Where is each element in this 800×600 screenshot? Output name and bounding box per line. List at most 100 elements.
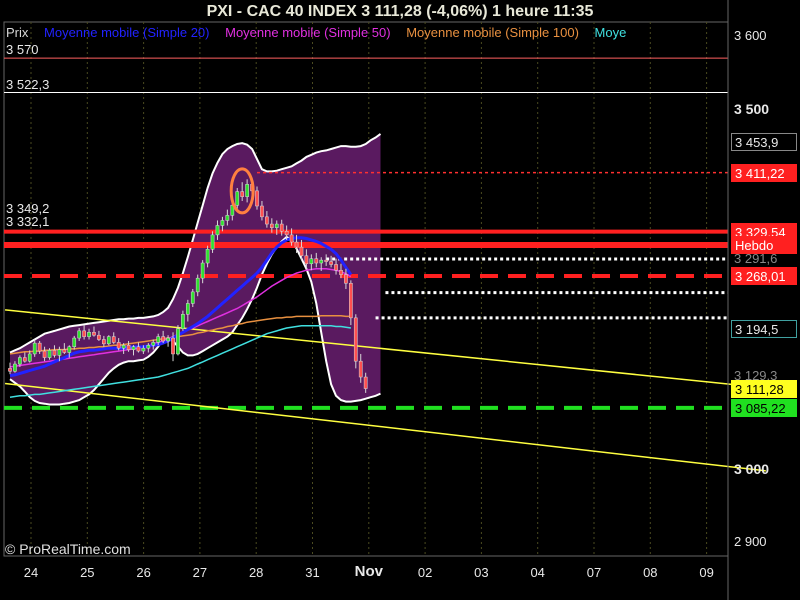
- candle-body: [27, 353, 32, 362]
- candle-body: [294, 241, 299, 248]
- price-box: 3 411,22: [731, 163, 797, 182]
- candle-body: [126, 345, 131, 350]
- candle-body: [363, 376, 368, 389]
- candle-body: [141, 347, 146, 352]
- candle-body: [240, 191, 245, 197]
- level-label: 3 570: [6, 42, 39, 58]
- candle-body: [181, 314, 185, 329]
- time-tick-label: 08: [643, 565, 658, 580]
- candle-body: [279, 223, 284, 232]
- candle-body: [131, 346, 136, 350]
- candle-body: [344, 274, 348, 284]
- level-label: 3 332,1: [6, 213, 50, 229]
- candle-body: [269, 223, 274, 228]
- candle-body: [156, 336, 161, 343]
- candle-body: [67, 346, 72, 353]
- time-tick-label: 07: [586, 565, 602, 580]
- price-box: 3 111,28: [731, 380, 797, 399]
- candle-body: [185, 303, 190, 315]
- candle-body: [42, 350, 47, 358]
- chart-title: PXI - CAC 40 INDEX 3 111,28 (-4,06%) 1 h…: [206, 3, 594, 20]
- candle-body: [82, 330, 86, 337]
- level-label: 3 522,3: [6, 76, 50, 92]
- candle-body: [166, 337, 170, 342]
- candle-body: [304, 255, 309, 264]
- candle-body: [13, 363, 17, 372]
- candle-body: [353, 317, 358, 362]
- candle-body: [146, 345, 151, 349]
- legend-item-ma20: Moyenne mobile (Simple 20): [44, 25, 210, 40]
- candle-body: [171, 337, 175, 355]
- candle-body: [8, 368, 12, 372]
- candle-body: [274, 223, 279, 228]
- candle-body: [349, 282, 353, 319]
- price-box: 3 453,9: [731, 132, 797, 151]
- time-tick-label: 26: [136, 565, 151, 580]
- legend: Prix Moyenne mobile (Simple 20) Moyenne …: [6, 25, 728, 40]
- candle-body: [32, 342, 37, 355]
- price-box: 3 085,22: [731, 398, 797, 417]
- candle-body: [289, 234, 294, 243]
- price-tick-label: 3 500: [734, 100, 770, 117]
- candle-body: [334, 264, 338, 271]
- candle-body: [176, 328, 180, 355]
- legend-item-ma100: Moyenne mobile (Simple 100): [406, 25, 579, 40]
- candle-body: [329, 261, 333, 265]
- candle-body: [245, 184, 249, 197]
- time-tick-label: 04: [530, 565, 545, 580]
- candle-body: [102, 339, 106, 345]
- candle-body: [260, 205, 264, 218]
- candle-body: [358, 360, 363, 378]
- price-chart[interactable]: [0, 0, 800, 600]
- copyright: © ProRealTime.com: [5, 541, 131, 557]
- candle-body: [309, 258, 314, 264]
- candle-body: [314, 258, 319, 264]
- candle-body: [220, 220, 225, 226]
- candle-body: [284, 231, 289, 236]
- price-box: Hebdo: [731, 235, 797, 254]
- price-tick-label: 2 900: [734, 533, 767, 549]
- candle-body: [106, 336, 111, 345]
- candle-body: [161, 336, 165, 342]
- time-tick-label: Nov: [354, 563, 383, 580]
- candle-body: [235, 191, 240, 206]
- candle-body: [215, 225, 220, 236]
- time-tick-label: 03: [474, 565, 489, 580]
- legend-item-ma200: Moye: [594, 25, 627, 40]
- time-tick-label: 31: [305, 565, 320, 580]
- candle-body: [116, 342, 121, 349]
- candle-body: [62, 349, 67, 353]
- candle-body: [299, 246, 304, 257]
- candle-body: [22, 357, 27, 362]
- candle-body: [265, 216, 269, 225]
- candle-body: [210, 234, 215, 250]
- candle-body: [225, 215, 230, 221]
- candle-body: [195, 277, 200, 293]
- price-box: 3 194,5: [731, 320, 797, 339]
- time-tick-label: 25: [80, 565, 95, 580]
- time-tick-label: 09: [699, 565, 714, 580]
- candle-body: [190, 291, 195, 304]
- candle-body: [205, 249, 210, 264]
- candle-body: [200, 262, 205, 279]
- candle-body: [57, 349, 62, 356]
- candle-body: [37, 342, 42, 352]
- candle-body: [111, 336, 116, 343]
- time-tick-label: 02: [417, 565, 433, 580]
- price-tick-label: 3 000: [734, 461, 770, 478]
- candle-body: [47, 350, 52, 358]
- price-box: 3 268,01: [731, 267, 797, 285]
- time-tick-label: 24: [23, 565, 39, 580]
- candle-body: [339, 269, 343, 275]
- candle-body: [52, 350, 57, 356]
- candle-body: [151, 342, 156, 346]
- time-tick-label: 28: [248, 565, 264, 580]
- time-tick-label: 27: [192, 565, 208, 580]
- candle-body: [136, 346, 141, 352]
- legend-item-price: Prix: [6, 25, 29, 40]
- candle-body: [77, 330, 82, 339]
- candle-body: [324, 259, 329, 262]
- candle-body: [255, 190, 259, 207]
- price-tick-label: 3 600: [734, 28, 767, 44]
- price-axis[interactable]: 3 600 3 500 3 000 2 900 3 291,6 3 129,3 3 453,…: [728, 0, 800, 600]
